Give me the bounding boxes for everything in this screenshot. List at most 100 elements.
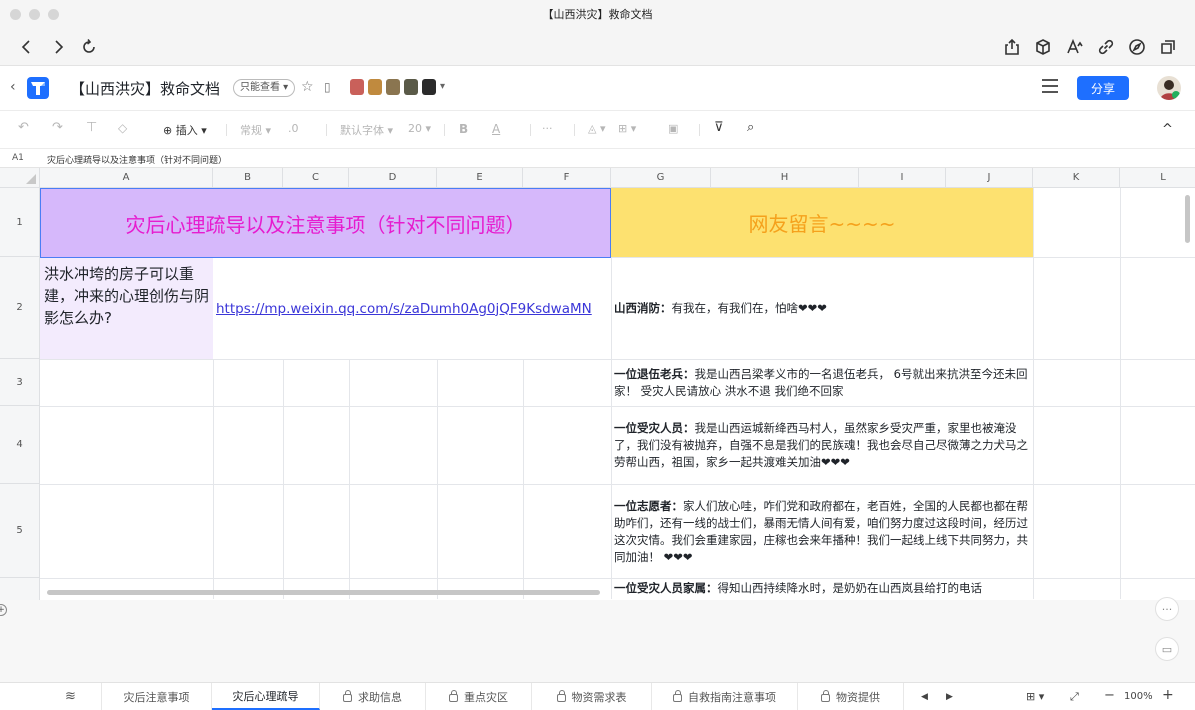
star-icon[interactable]: ☆ [301, 79, 314, 95]
fill-color-icon[interactable]: ◬ ▾ [588, 122, 605, 135]
message-text: 有我在，有我们在，怕啥❤❤❤ [671, 301, 827, 315]
tab-sheet-5[interactable]: 物资需求表 [532, 683, 652, 710]
row-header-6[interactable] [0, 578, 40, 600]
document-title[interactable]: 【山西洪灾】救命文档 [70, 78, 220, 99]
forward-icon[interactable] [45, 34, 71, 60]
redo-icon[interactable]: ↷ [52, 120, 63, 135]
tab-sheet-3[interactable]: 求助信息 [320, 683, 426, 710]
more-actions-icon[interactable]: ··· [1155, 597, 1179, 621]
user-avatar[interactable] [1157, 76, 1181, 100]
decimal-places-icon[interactable]: .0 [288, 122, 299, 135]
column-header-l[interactable]: L [1120, 168, 1195, 188]
cell-a2[interactable]: 洪水冲垮的房子可以重建，冲来的心理创伤与阴影怎么办? [40, 258, 213, 359]
row-header-5[interactable]: 5 [0, 484, 40, 578]
format-painter-icon[interactable]: ⊤ [86, 120, 97, 135]
undo-icon[interactable]: ↶ [18, 120, 29, 135]
tab-sheet-1[interactable]: 灾后注意事项 [102, 683, 212, 710]
border-icon[interactable]: ⊞ ▾ [618, 122, 636, 135]
menu-icon[interactable] [1042, 79, 1058, 95]
link-icon[interactable] [1093, 34, 1119, 60]
collapse-toolbar-icon[interactable]: ^ [1162, 122, 1173, 137]
font-family-select[interactable]: 默认字体 ▾ [340, 122, 393, 138]
reload-icon[interactable] [76, 34, 102, 60]
column-header-j[interactable]: J [946, 168, 1033, 188]
back-icon[interactable] [14, 34, 40, 60]
insert-menu[interactable]: ⊕ 插入 ▾ [163, 122, 207, 138]
select-all-corner[interactable] [0, 168, 40, 188]
column-header-d[interactable]: D [349, 168, 437, 188]
permission-badge[interactable]: 只能查看 ▾ [233, 79, 296, 97]
cell-g6-message[interactable]: 一位受灾人员家属：得知山西持续降水时，是奶奶在山西岚县给打的电话 [611, 579, 1033, 600]
column-header-f[interactable]: F [523, 168, 611, 188]
add-row-icon[interactable]: + [0, 604, 7, 616]
column-header-a[interactable]: A [40, 168, 213, 188]
compass-icon[interactable] [1124, 34, 1150, 60]
cell-g2-message[interactable]: 山西消防：有我在，有我们在，怕啥❤❤❤ [611, 258, 1033, 359]
horizontal-scrollbar[interactable] [40, 588, 611, 596]
avatar[interactable] [386, 79, 400, 95]
column-header-k[interactable]: K [1033, 168, 1120, 188]
row-header-1[interactable]: 1 [0, 188, 40, 257]
text-color-button[interactable]: A [492, 122, 500, 136]
cube-icon[interactable] [1030, 34, 1056, 60]
font-size-select[interactable]: 20 ▾ [408, 122, 431, 135]
message-author: 一位受灾人员家属： [614, 581, 718, 595]
message-author: 一位志愿者： [614, 498, 683, 513]
tab-scroll-left-icon[interactable]: ◀ [921, 692, 928, 702]
share-export-icon[interactable] [999, 34, 1025, 60]
tab-sheet-6[interactable]: 自救指南注意事项 [652, 683, 798, 710]
empty-area: + ··· ▭ [0, 597, 1195, 682]
collaborator-avatars[interactable]: ▾ [350, 79, 445, 95]
column-header-i[interactable]: I [859, 168, 946, 188]
number-format-select[interactable]: 常规 ▾ [240, 122, 271, 138]
cell-g5-message[interactable]: 一位志愿者：家人们放心哇，咋们党和政府都在，老百姓，全国的人民都也都在帮助咋们，… [611, 485, 1033, 578]
bold-button[interactable]: B [459, 122, 468, 136]
row-header-4[interactable]: 4 [0, 406, 40, 484]
tab-sheet-7[interactable]: 物资提供 [798, 683, 904, 710]
clear-format-icon[interactable]: ◇ [118, 121, 127, 135]
fullscreen-icon[interactable]: ⤢ [1070, 690, 1079, 704]
zoom-level[interactable]: 100% [1124, 691, 1153, 702]
lock-icon [673, 689, 682, 702]
cell-reference[interactable]: A1 [12, 153, 24, 163]
column-header-g[interactable]: G [611, 168, 711, 188]
avatar[interactable] [350, 79, 364, 95]
tab-scroll-right-icon[interactable]: ▶ [946, 692, 953, 702]
column-header-c[interactable]: C [283, 168, 349, 188]
back-to-list-icon[interactable]: ‹ [10, 79, 16, 95]
avatar[interactable] [404, 79, 418, 95]
column-header-b[interactable]: B [213, 168, 283, 188]
app-logo-icon[interactable] [27, 77, 49, 99]
filter-icon[interactable]: ⊽ [714, 120, 724, 135]
tab-sheet-4[interactable]: 重点灾区 [426, 683, 532, 710]
column-header-h[interactable]: H [711, 168, 859, 188]
more-avatars-icon[interactable]: ▾ [440, 79, 445, 95]
zoom-out-button[interactable]: − [1104, 688, 1115, 703]
cell-g4-message[interactable]: 一位受灾人员：我是山西运城新绛西马村人，虽然家乡受灾严重，家里也被淹没了，我们没… [611, 407, 1033, 484]
merge-cells-icon[interactable]: ▣ [668, 122, 678, 135]
row-header-2[interactable]: 2 [0, 257, 40, 359]
spreadsheet-grid[interactable]: A B C D E F G H I J K L 1 2 3 4 5 灾后心理疏导… [0, 168, 1195, 600]
share-button[interactable]: 分享 [1077, 76, 1129, 100]
comment-panel-icon[interactable]: ▭ [1155, 637, 1179, 661]
more-options-button[interactable]: ··· [542, 122, 553, 135]
avatar[interactable] [422, 79, 436, 95]
vertical-scrollbar-thumb[interactable] [1185, 195, 1190, 243]
document-icon[interactable]: ▯ [324, 80, 331, 94]
window-icon[interactable] [1155, 34, 1181, 60]
avatar[interactable] [368, 79, 382, 95]
cell-g3-message[interactable]: 一位退伍老兵：我是山西吕梁孝义市的一名退伍老兵， 6号就出来抗洪至今还未回家！ … [611, 360, 1033, 406]
search-icon[interactable]: ⌕ [747, 120, 754, 135]
tab-sheet-2[interactable]: 灾后心理疏导 [212, 683, 320, 710]
cell-g1-title[interactable]: 网友留言~~~~ [611, 188, 1033, 257]
font-size-icon[interactable] [1062, 34, 1088, 60]
formula-input[interactable]: 灾后心理疏导以及注意事项（针对不同问题） [47, 153, 227, 166]
zoom-in-button[interactable]: + [1162, 687, 1174, 703]
cell-b2-link[interactable]: https://mp.weixin.qq.com/s/zaDumh0Ag0jQF… [213, 258, 611, 359]
view-mode-icon[interactable]: ⊞ ▾ [1026, 690, 1044, 703]
row-header-3[interactable]: 3 [0, 359, 40, 406]
cell-a1-title[interactable]: 灾后心理疏导以及注意事项（针对不同问题） [40, 188, 611, 258]
sheet-list-icon[interactable]: ≋ [40, 683, 102, 710]
horizontal-scrollbar-thumb[interactable] [47, 590, 600, 595]
column-header-e[interactable]: E [437, 168, 523, 188]
